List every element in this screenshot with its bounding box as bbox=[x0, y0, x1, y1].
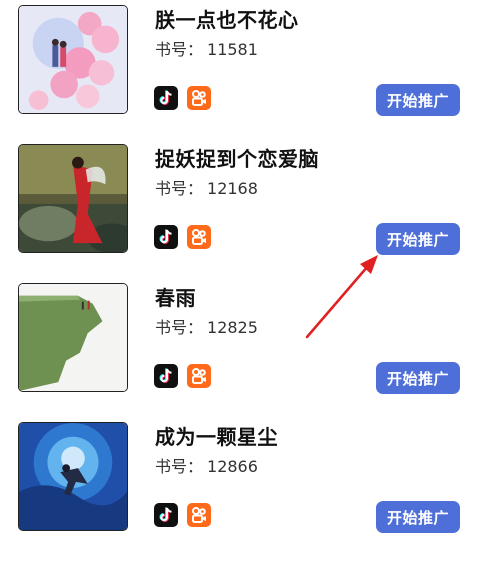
book-number-value: 12866 bbox=[207, 457, 258, 476]
tiktok-icon[interactable] bbox=[154, 364, 178, 388]
book-title[interactable]: 捉妖捉到个恋爱脑 bbox=[155, 143, 319, 172]
platform-icons bbox=[154, 364, 211, 390]
book-number: 书号： 12825 bbox=[155, 314, 258, 338]
list-item: 成为一颗星尘 书号： 12866 开始推广 bbox=[0, 417, 486, 556]
book-title[interactable]: 春雨 bbox=[155, 282, 196, 311]
tiktok-icon[interactable] bbox=[154, 503, 178, 527]
book-cover[interactable] bbox=[18, 144, 128, 253]
book-number-value: 11581 bbox=[207, 40, 258, 59]
book-title[interactable]: 成为一颗星尘 bbox=[155, 421, 278, 450]
book-number: 书号： 12866 bbox=[155, 453, 258, 477]
book-number-label: 书号： bbox=[155, 457, 204, 476]
start-promotion-button[interactable]: 开始推广 bbox=[376, 501, 460, 533]
book-number-label: 书号： bbox=[155, 318, 204, 337]
list-item: 春雨 书号： 12825 开始推广 bbox=[0, 278, 486, 417]
kuaishou-icon[interactable] bbox=[187, 225, 211, 249]
book-number-value: 12825 bbox=[207, 318, 258, 337]
book-cover[interactable] bbox=[18, 422, 128, 531]
start-promotion-button[interactable]: 开始推广 bbox=[376, 362, 460, 394]
tiktok-icon[interactable] bbox=[154, 225, 178, 249]
book-number-label: 书号： bbox=[155, 179, 204, 198]
book-cover[interactable] bbox=[18, 283, 128, 392]
platform-icons bbox=[154, 86, 211, 112]
book-number-value: 12168 bbox=[207, 179, 258, 198]
start-promotion-button[interactable]: 开始推广 bbox=[376, 223, 460, 255]
kuaishou-icon[interactable] bbox=[187, 364, 211, 388]
tiktok-icon[interactable] bbox=[154, 86, 178, 110]
book-title[interactable]: 朕一点也不花心 bbox=[155, 4, 299, 33]
list-item: 朕一点也不花心 书号： 11581 开始推广 bbox=[0, 0, 486, 139]
platform-icons bbox=[154, 503, 211, 529]
list-item: 捉妖捉到个恋爱脑 书号： 12168 开始推广 bbox=[0, 139, 486, 278]
book-cover[interactable] bbox=[18, 5, 128, 114]
book-number-label: 书号： bbox=[155, 40, 204, 59]
kuaishou-icon[interactable] bbox=[187, 503, 211, 527]
platform-icons bbox=[154, 225, 211, 251]
book-number: 书号： 11581 bbox=[155, 36, 258, 60]
book-number: 书号： 12168 bbox=[155, 175, 258, 199]
start-promotion-button[interactable]: 开始推广 bbox=[376, 84, 460, 116]
kuaishou-icon[interactable] bbox=[187, 86, 211, 110]
